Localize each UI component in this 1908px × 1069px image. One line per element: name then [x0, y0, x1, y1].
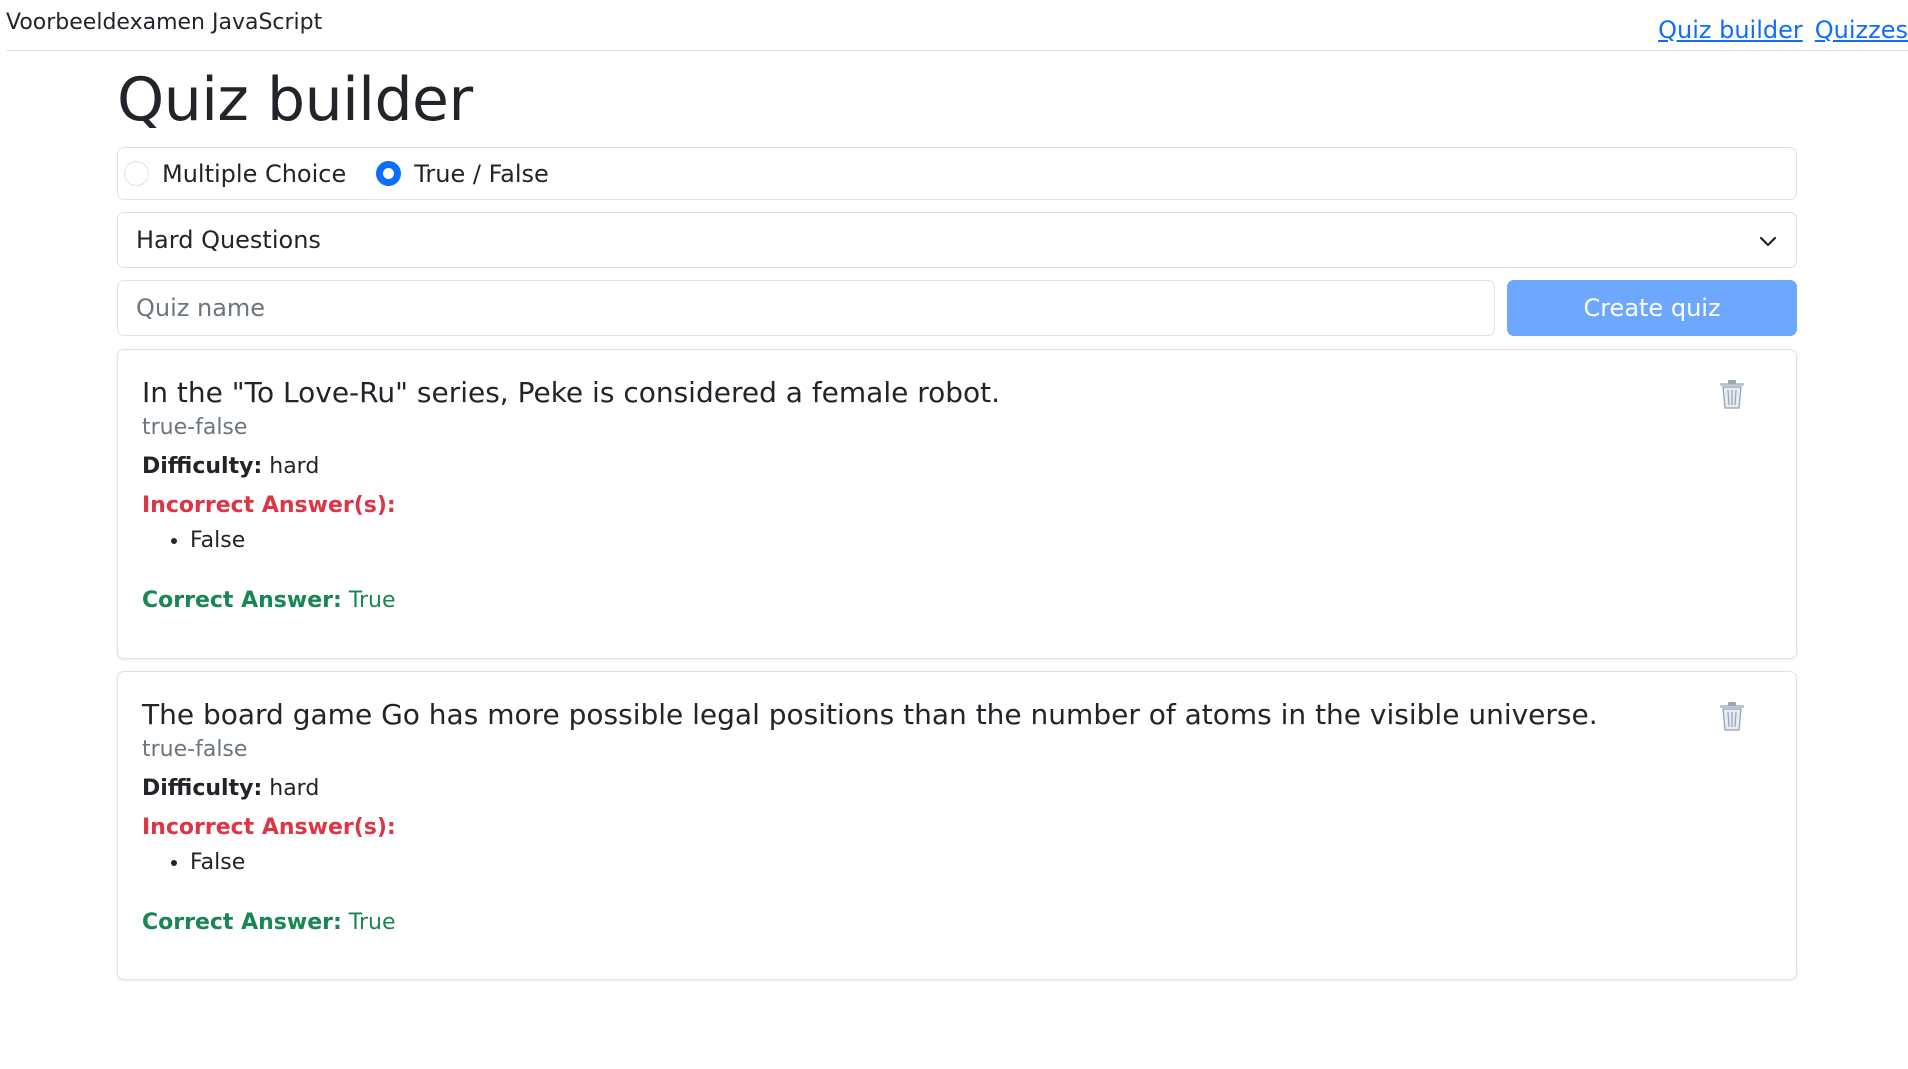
- question-text: In the "To Love-Ru" series, Peke is cons…: [142, 376, 1001, 409]
- trash-icon[interactable]: [1718, 378, 1746, 410]
- correct-label: Correct Answer:: [142, 910, 342, 935]
- incorrect-answers-list: False: [142, 528, 1772, 553]
- incorrect-answer-item: False: [190, 528, 1772, 553]
- question-card: The board game Go has more possible lega…: [117, 671, 1797, 980]
- top-navbar: Voorbeeldexamen JavaScript Quiz builder …: [6, 0, 1908, 51]
- correct-value: True: [348, 588, 396, 613]
- difficulty-label: Difficulty:: [142, 776, 263, 801]
- incorrect-answers-title: Incorrect Answer(s):: [142, 815, 396, 840]
- correct-value: True: [348, 910, 396, 935]
- difficulty-select-value: Hard Questions: [136, 226, 321, 254]
- incorrect-answers-title: Incorrect Answer(s):: [142, 493, 396, 518]
- correct-label: Correct Answer:: [142, 588, 342, 613]
- question-difficulty: Difficulty: hard: [142, 454, 1772, 479]
- radio-label-true-false: True / False: [414, 159, 549, 188]
- create-quiz-button[interactable]: Create quiz: [1507, 280, 1797, 336]
- radio-option-true-false[interactable]: True / False: [376, 160, 549, 188]
- trash-icon[interactable]: [1718, 700, 1746, 732]
- question-difficulty: Difficulty: hard: [142, 776, 1772, 801]
- radio-option-multiple-choice[interactable]: Multiple Choice: [124, 160, 346, 188]
- quiz-name-input[interactable]: [117, 280, 1495, 336]
- incorrect-answers-list: False: [142, 850, 1772, 875]
- radio-true-false[interactable]: [376, 161, 402, 186]
- question-type: true-false: [142, 415, 248, 440]
- page-title: Quiz builder: [117, 65, 473, 135]
- radio-multiple-choice[interactable]: [124, 161, 149, 186]
- nav-link-quiz-builder[interactable]: Quiz builder: [1658, 16, 1803, 44]
- question-text: The board game Go has more possible lega…: [142, 698, 1598, 731]
- question-type-group: Multiple Choice True / False: [117, 147, 1797, 200]
- nav-links: Quiz builder Quizzes: [1658, 16, 1908, 44]
- radio-label-multiple-choice: Multiple Choice: [162, 159, 347, 188]
- correct-answer: Correct Answer: True: [142, 588, 1772, 613]
- incorrect-answer-item: False: [190, 850, 1772, 875]
- chevron-down-icon: [1759, 236, 1777, 247]
- difficulty-value: hard: [269, 776, 320, 801]
- question-type: true-false: [142, 737, 248, 762]
- difficulty-value: hard: [269, 454, 320, 479]
- difficulty-select[interactable]: Hard Questions: [117, 212, 1797, 268]
- nav-link-quizzes[interactable]: Quizzes: [1815, 16, 1908, 44]
- quiz-create-row: Create quiz: [117, 280, 1797, 336]
- correct-answer: Correct Answer: True: [142, 910, 1772, 935]
- main-container: Quiz builder Multiple Choice True / Fals…: [117, 60, 1797, 980]
- difficulty-label: Difficulty:: [142, 454, 263, 479]
- brand-title: Voorbeeldexamen JavaScript: [6, 10, 323, 35]
- question-card: In the "To Love-Ru" series, Peke is cons…: [117, 349, 1797, 659]
